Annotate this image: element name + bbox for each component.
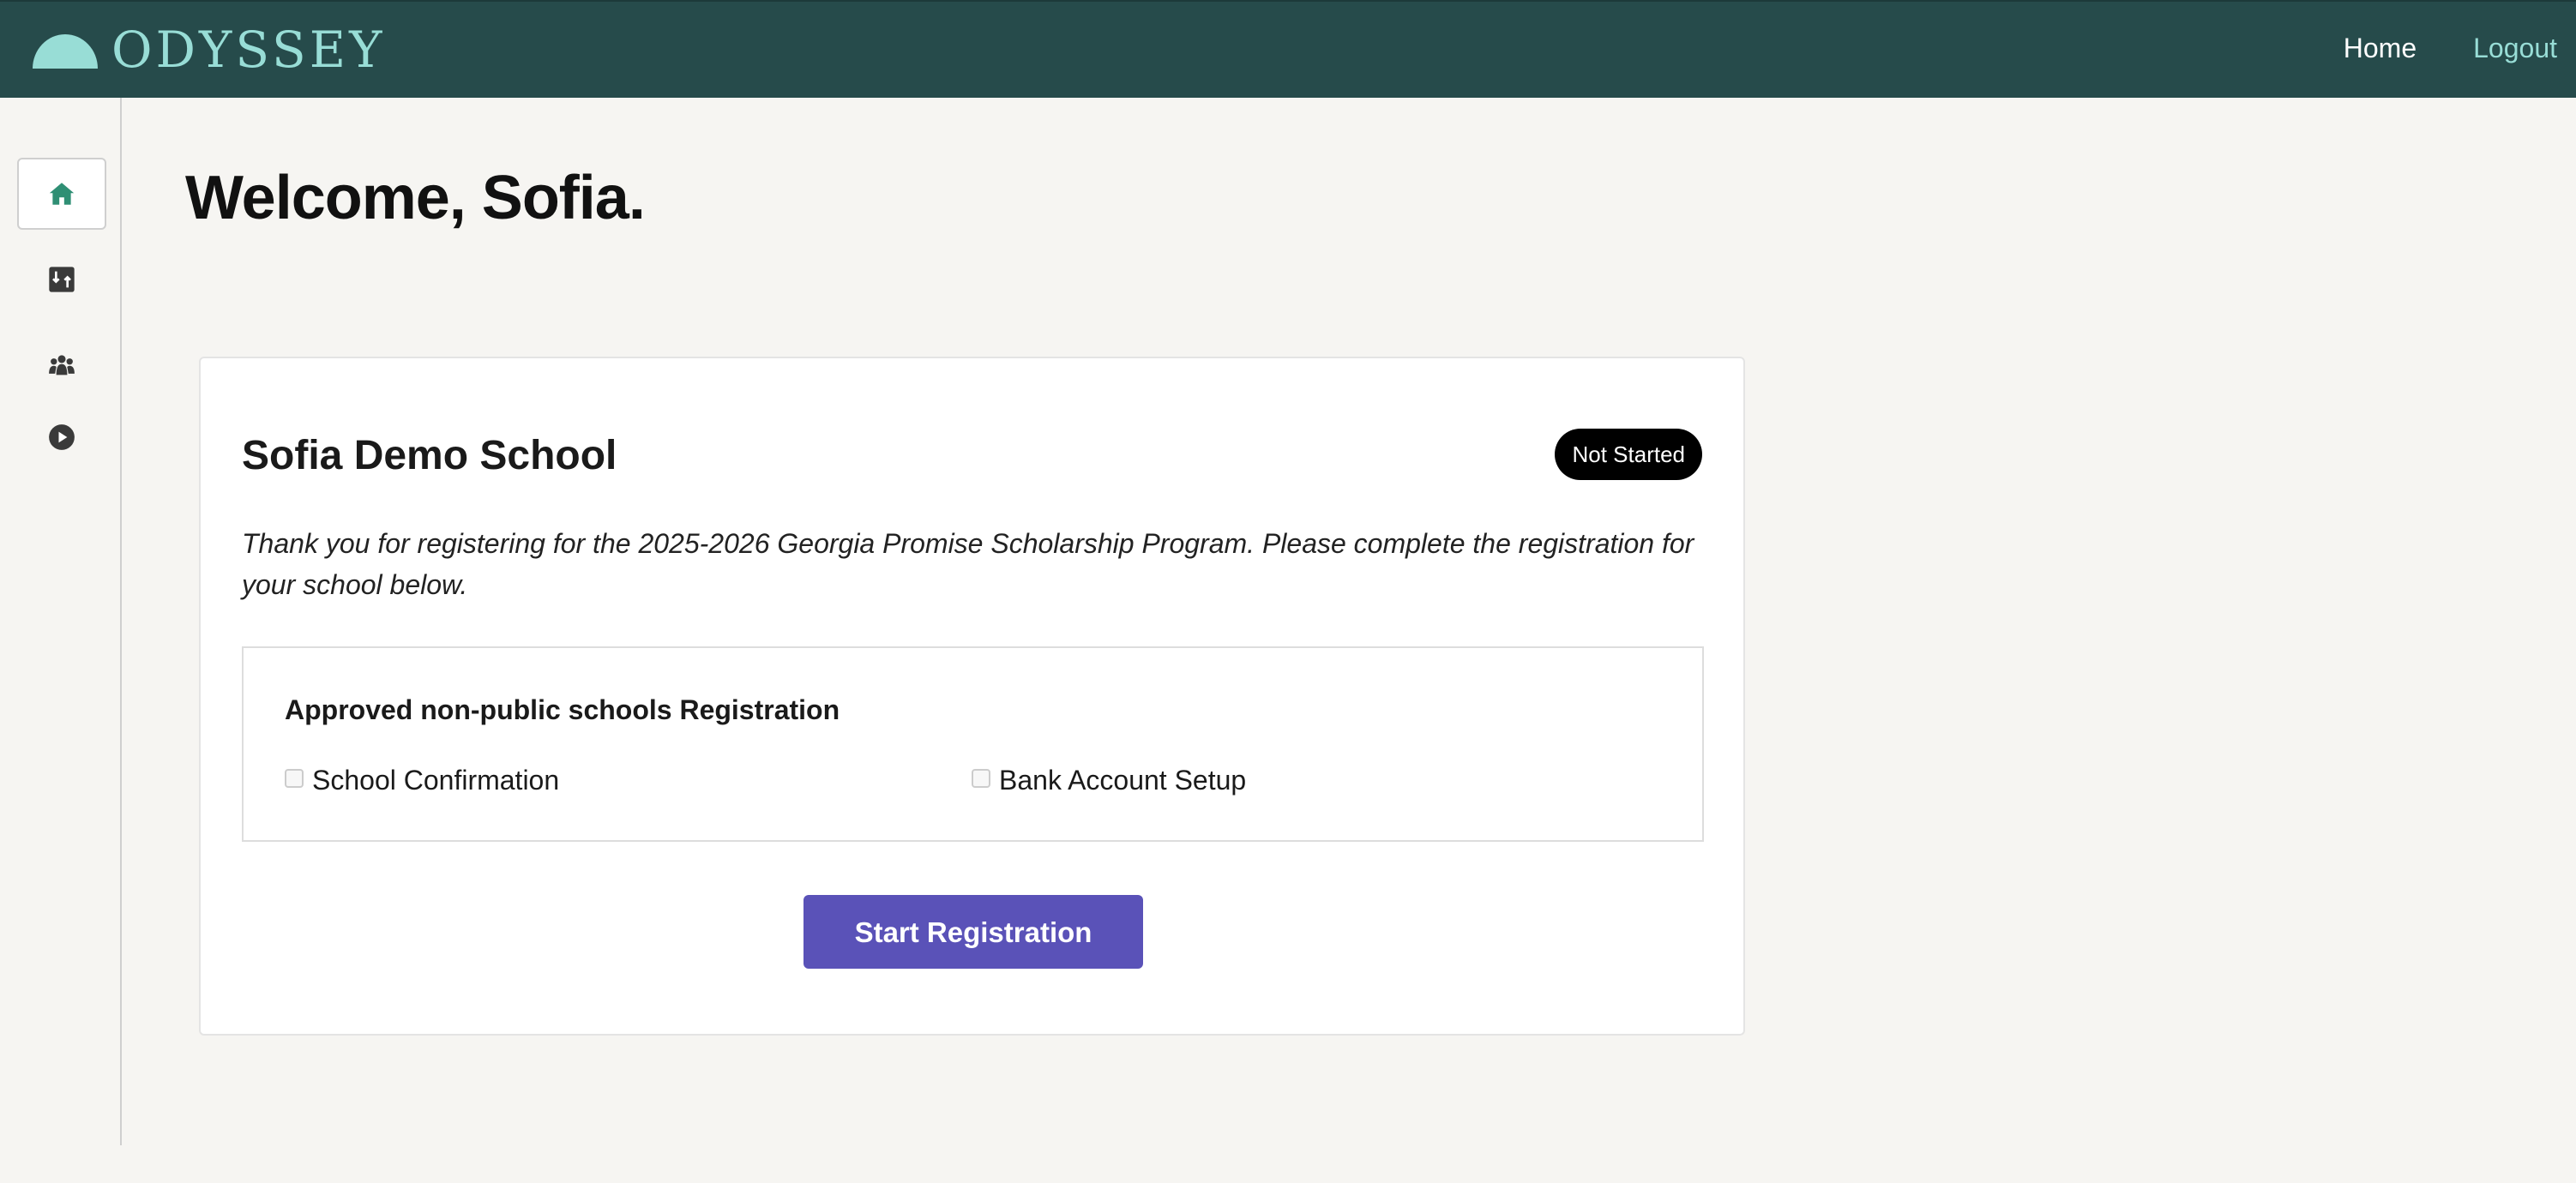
school-name: Sofia Demo School xyxy=(242,433,617,478)
users-icon xyxy=(49,355,75,375)
top-nav: Home Logout xyxy=(2344,33,2557,64)
step-label: School Confirmation xyxy=(312,765,560,796)
bank-account-setup-checkbox[interactable] xyxy=(972,768,990,788)
intro-text: Thank you for registering for the 2025-2… xyxy=(242,528,1694,600)
school-registration-card: Sofia Demo School Not Started Thank you … xyxy=(199,357,1745,1036)
welcome-heading: Welcome, Sofia. xyxy=(185,164,646,232)
step-school-confirmation[interactable]: School Confirmation xyxy=(285,765,559,796)
top-header: ODYSSEY Home Logout xyxy=(0,0,2576,98)
status-badge: Not Started xyxy=(1555,429,1702,480)
brand-logo[interactable]: ODYSSEY xyxy=(33,21,386,79)
sidebar xyxy=(0,98,122,1145)
school-confirmation-checkbox[interactable] xyxy=(285,768,304,788)
start-registration-button[interactable]: Start Registration xyxy=(803,895,1143,969)
sidebar-item-home[interactable] xyxy=(17,158,106,230)
registration-steps-box: Approved non-public schools Registration… xyxy=(242,646,1704,842)
sidebar-item-play[interactable] xyxy=(17,401,106,473)
transactions-icon xyxy=(49,267,75,292)
play-circle-icon xyxy=(49,424,75,450)
registration-title: Approved non-public schools Registration xyxy=(285,694,840,725)
nav-logout-link[interactable]: Logout xyxy=(2473,33,2557,64)
step-label: Bank Account Setup xyxy=(999,765,1247,796)
half-circle-logo-icon xyxy=(33,34,98,69)
sidebar-item-transactions[interactable] xyxy=(17,243,106,315)
home-icon xyxy=(49,183,75,205)
step-bank-account-setup[interactable]: Bank Account Setup xyxy=(972,765,1246,796)
brand-name: ODYSSEY xyxy=(111,21,386,79)
nav-home-link[interactable]: Home xyxy=(2344,33,2417,64)
sidebar-item-users[interactable] xyxy=(17,329,106,401)
